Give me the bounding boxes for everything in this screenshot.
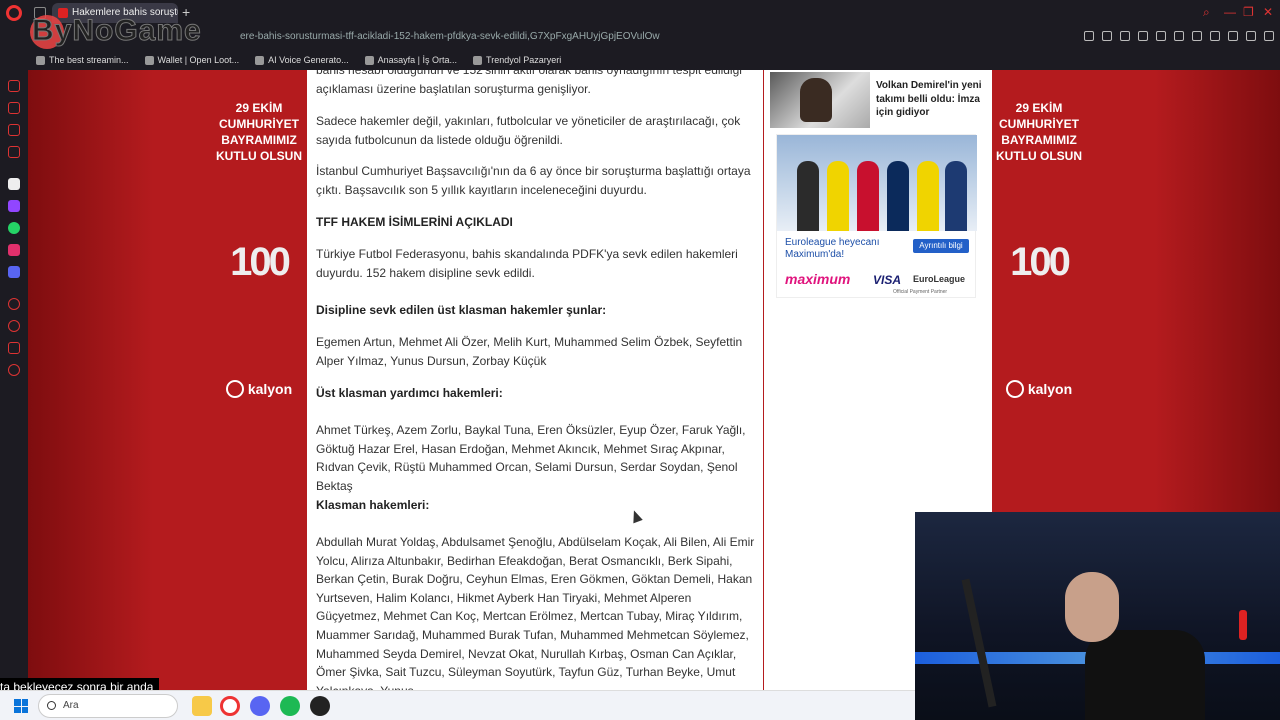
player-figure: [945, 161, 967, 231]
ad-headline: Euroleague heyecanı Maximum'da!: [785, 237, 880, 260]
games-icon[interactable]: [8, 178, 20, 190]
discord-icon[interactable]: [8, 266, 20, 278]
left-kalyon-logo[interactable]: kalyon: [209, 380, 309, 398]
toolbar-icons: [1084, 31, 1274, 41]
url-field[interactable]: ere-bahis-sorusturmasi-tff-acikladi-152-…: [240, 31, 660, 42]
left-banner-text[interactable]: 29 EKİM CUMHURİYET BAYRAMIMIZ KUTLU OLSU…: [209, 100, 309, 164]
article-paragraph: Ahmet Türkeş, Azem Zorlu, Baykal Tuna, E…: [316, 423, 746, 493]
guitar-shape: [961, 578, 997, 708]
extensions-sidebar-icon[interactable]: [8, 342, 20, 354]
twitch-icon[interactable]: [8, 200, 20, 212]
right-kalyon-logo[interactable]: kalyon: [989, 380, 1089, 398]
news-thumbnail[interactable]: [770, 72, 870, 128]
camera-icon[interactable]: [1156, 31, 1166, 41]
player-figure: [917, 161, 939, 231]
article-paragraph: bahis hesabı olduğunun ve 152'sinin akti…: [316, 70, 742, 96]
whatsapp-icon[interactable]: [8, 222, 20, 234]
visa-logo: VISA: [873, 273, 902, 287]
discord-taskbar-icon[interactable]: [250, 696, 270, 716]
bookmark-icon[interactable]: [1102, 31, 1112, 41]
opera-logo-icon[interactable]: [6, 5, 22, 21]
article-subheading: Disipline sevk edilen üst klasman hakeml…: [316, 303, 607, 317]
wallet-icon[interactable]: [1228, 31, 1238, 41]
bookmark-item[interactable]: Anasayfa | İş Orta...: [364, 55, 457, 65]
article-body: bahis hesabı olduğunun ve 152'sinin akti…: [307, 70, 763, 690]
shield-icon[interactable]: [1138, 31, 1148, 41]
article-heading: TFF HAKEM İSİMLERİNİ AÇIKLADI: [316, 215, 513, 229]
settings-icon[interactable]: [8, 364, 20, 376]
kalyon-logo-icon: [1005, 380, 1024, 398]
search-icon[interactable]: ⌕: [1203, 5, 1210, 20]
microphone-light: [1239, 610, 1247, 640]
article-paragraph: Sadece hakemler değil, yakınları, futbol…: [316, 114, 741, 147]
article-paragraph: Egemen Artun, Mehmet Ali Özer, Melih Kur…: [316, 335, 743, 368]
spotify-taskbar-icon[interactable]: [280, 696, 300, 716]
euroleague-ad[interactable]: Euroleague heyecanı Maximum'da! Ayrıntıl…: [776, 134, 977, 298]
player-figure: [857, 161, 879, 231]
left-anniversary-logo: 100: [230, 240, 291, 284]
player-icon[interactable]: [8, 298, 20, 310]
kalyon-logo-icon: [225, 380, 244, 398]
history-icon[interactable]: [8, 320, 20, 332]
bookmark-favicon-icon: [36, 55, 45, 65]
partner-label: Official Payment Partner: [893, 289, 948, 295]
file-explorer-icon[interactable]: [192, 696, 212, 716]
close-icon[interactable]: ✕: [1263, 5, 1273, 19]
ad-players-image: [777, 135, 977, 231]
bookmark-item[interactable]: Wallet | Open Loot...: [144, 55, 239, 65]
right-anniversary-logo: 100: [1010, 240, 1071, 284]
bookmark-favicon-icon: [364, 55, 374, 65]
bookmarks-bar: The best streamin... Wallet | Open Loot.…: [0, 50, 1280, 70]
streamer-body: [1085, 630, 1205, 720]
article-subheading: Klasman hakemleri:: [316, 498, 430, 512]
menu-icon[interactable]: [1264, 31, 1274, 41]
download-icon[interactable]: [1246, 31, 1256, 41]
article-paragraph: İstanbul Cumhuriyet Başsavcılığı'nın da …: [316, 164, 751, 197]
webcam-overlay: [915, 512, 1280, 720]
restore-icon[interactable]: ❐: [1243, 5, 1254, 19]
news-icon[interactable]: [8, 146, 20, 158]
play-icon[interactable]: [1174, 31, 1184, 41]
search-icon: [47, 701, 56, 710]
article-subheading: Üst klasman yardımcı hakemleri:: [316, 386, 503, 400]
screen: Hakemlere bahis soruştur + ⌕ — ❐ ✕ ere-b…: [0, 0, 1280, 720]
extensions-icon[interactable]: [1210, 31, 1220, 41]
minimize-icon[interactable]: —: [1224, 5, 1236, 19]
messenger-icon[interactable]: [8, 124, 20, 136]
search-placeholder: Ara: [63, 700, 79, 711]
instagram-icon[interactable]: [8, 244, 20, 256]
windows-start-icon[interactable]: [14, 699, 28, 713]
ad-details-button[interactable]: Ayrıntılı bilgi: [913, 239, 969, 253]
article-paragraph: Türkiye Futbol Federasyonu, bahis skanda…: [316, 247, 738, 280]
player-figure: [827, 161, 849, 231]
crypto-wallet-icon[interactable]: [8, 102, 20, 114]
streamer-head: [1065, 572, 1119, 642]
windows-taskbar: Ara: [0, 690, 915, 720]
obs-taskbar-icon[interactable]: [310, 696, 330, 716]
bookmark-item[interactable]: Trendyol Pazaryeri: [473, 55, 561, 65]
aria-icon[interactable]: [8, 80, 20, 92]
bookmark-item[interactable]: AI Voice Generato...: [255, 55, 349, 65]
bookmark-favicon-icon: [255, 55, 265, 65]
bookmark-favicon-icon: [144, 55, 154, 65]
maximum-logo: maximum: [785, 271, 851, 287]
browser-sidebar: [0, 50, 28, 690]
opera-taskbar-icon[interactable]: [220, 696, 240, 716]
heart-icon[interactable]: [1192, 31, 1202, 41]
snapshot-icon[interactable]: [1120, 31, 1130, 41]
news-title-link[interactable]: Volkan Demirel'in yeni takımı belli oldu…: [876, 79, 986, 120]
bookmark-item[interactable]: The best streamin...: [36, 55, 129, 65]
player-figure: [887, 161, 909, 231]
stream-watermark: ByNoGame: [32, 14, 202, 48]
euroleague-logo: EuroLeague: [913, 274, 966, 284]
article-paragraph: Abdullah Murat Yoldaş, Abdulsamet Şenoğl…: [316, 535, 755, 690]
reader-icon[interactable]: [1084, 31, 1094, 41]
taskbar-search[interactable]: Ara: [38, 694, 178, 718]
player-figure: [797, 161, 819, 231]
right-banner-text[interactable]: 29 EKİM CUMHURİYET BAYRAMIMIZ KUTLU OLSU…: [989, 100, 1089, 164]
bookmark-favicon-icon: [473, 55, 483, 65]
